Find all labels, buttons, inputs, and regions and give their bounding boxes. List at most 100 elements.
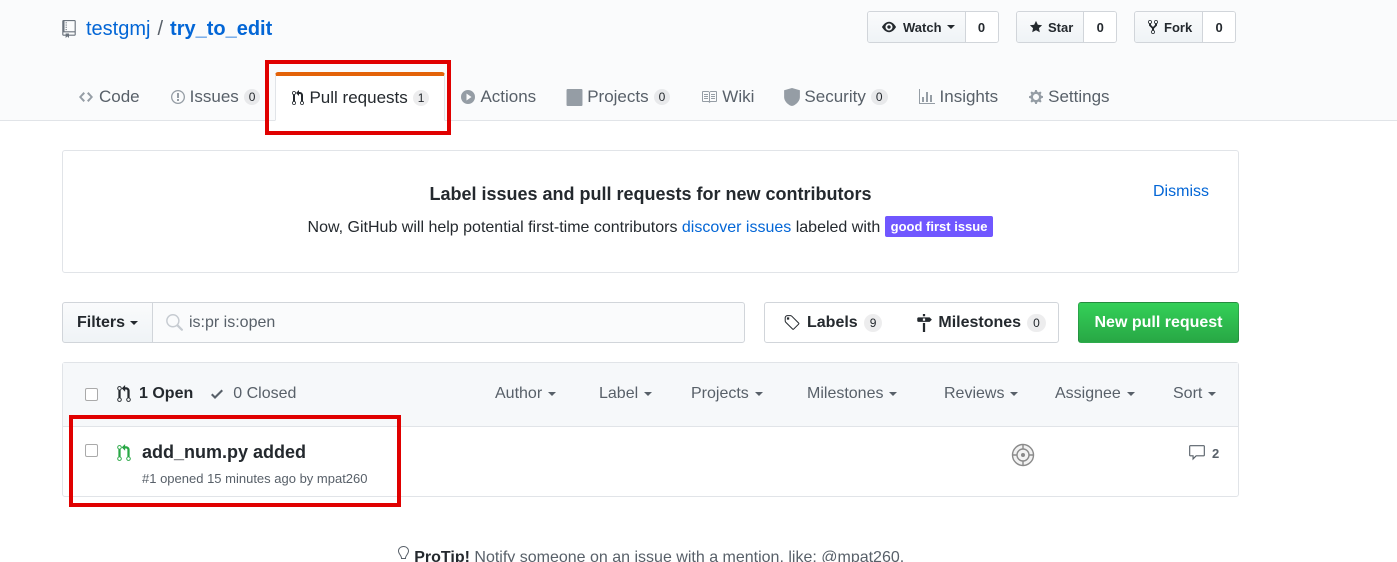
- chevron-down-icon: [946, 25, 955, 29]
- avatar[interactable]: [1011, 443, 1035, 467]
- tab-issues-label: Issues: [189, 87, 239, 106]
- watch-button[interactable]: Watch: [868, 12, 966, 42]
- milestones-filter[interactable]: Milestones: [807, 385, 898, 403]
- search-icon: [166, 314, 183, 331]
- tab-security-count: 0: [870, 89, 888, 105]
- assignee-filter[interactable]: Assignee: [1055, 385, 1135, 403]
- banner-text-after: labeled with: [791, 219, 885, 236]
- fork-button[interactable]: Fork: [1135, 12, 1204, 42]
- pull-request-list: 1 Open 0 Closed Author Label Projects Mi…: [62, 362, 1239, 497]
- pr-title-link[interactable]: add_num.py added: [142, 442, 306, 463]
- watch-count[interactable]: 0: [965, 12, 998, 42]
- tab-code[interactable]: Code: [62, 73, 155, 121]
- milestone-icon: [917, 313, 933, 332]
- star-button-group: Star 0: [1016, 11, 1118, 43]
- milestones-filter-label: Milestones: [807, 385, 884, 402]
- discover-issues-link[interactable]: discover issues: [682, 219, 791, 236]
- tab-actions-label: Actions: [480, 87, 537, 106]
- dismiss-button[interactable]: Dismiss: [1153, 183, 1209, 201]
- search-value: is:pr is:open: [189, 313, 276, 331]
- reviews-filter-label: Reviews: [944, 385, 1005, 402]
- tab-pull-requests-label: Pull requests: [309, 88, 408, 107]
- chevron-down-icon: [548, 392, 557, 396]
- chevron-down-icon: [130, 320, 138, 325]
- fork-icon: [1148, 19, 1158, 35]
- comment-icon: [1189, 445, 1205, 461]
- sort-filter[interactable]: Sort: [1173, 385, 1217, 403]
- tab-code-label: Code: [99, 87, 140, 106]
- tab-insights[interactable]: Insights: [903, 73, 1014, 121]
- tab-actions[interactable]: Actions: [445, 73, 551, 121]
- tab-projects[interactable]: Projects 0: [551, 73, 685, 121]
- check-icon: [211, 389, 224, 399]
- closed-filter[interactable]: 0 Closed: [209, 385, 296, 403]
- row-checkbox[interactable]: [85, 444, 98, 457]
- author-filter-label: Author: [495, 385, 543, 402]
- open-filter[interactable]: 1 Open: [116, 385, 193, 403]
- reviews-filter[interactable]: Reviews: [944, 385, 1019, 403]
- protip-text: Notify someone on an issue with a mentio…: [469, 549, 905, 562]
- repo-owner-link[interactable]: testgmj: [86, 18, 150, 41]
- tab-wiki[interactable]: Wiki: [685, 73, 769, 121]
- tab-pull-requests[interactable]: Pull requests 1: [275, 72, 446, 121]
- chevron-down-icon: [754, 392, 763, 396]
- tab-issues[interactable]: Issues 0: [155, 73, 276, 121]
- tab-settings[interactable]: Settings: [1013, 73, 1124, 121]
- fork-count[interactable]: 0: [1203, 12, 1236, 42]
- chevron-down-icon: [889, 392, 898, 396]
- pr-meta: #1 opened 15 minutes ago by mpat260: [142, 471, 368, 486]
- search-input[interactable]: is:pr is:open: [152, 302, 745, 343]
- project-icon: [566, 88, 583, 106]
- protip-label: ProTip!: [414, 549, 470, 562]
- filters-button[interactable]: Filters: [62, 302, 153, 343]
- list-item: add_num.py added #1 opened 15 minutes ag…: [63, 428, 1238, 497]
- labels-button[interactable]: Labels 9: [765, 303, 898, 342]
- star-icon: [1029, 20, 1043, 33]
- repo-icon: [60, 18, 78, 40]
- select-all-checkbox[interactable]: [85, 388, 98, 401]
- new-pull-request-button[interactable]: New pull request: [1078, 302, 1239, 343]
- tab-security-label: Security: [804, 87, 866, 106]
- watch-label: Watch: [903, 19, 942, 35]
- tab-wiki-label: Wiki: [722, 87, 755, 106]
- milestones-count: 0: [1027, 313, 1046, 332]
- projects-filter-label: Projects: [691, 385, 749, 402]
- sort-filter-label: Sort: [1173, 385, 1203, 402]
- repo-title: testgmj / try_to_edit: [60, 14, 272, 44]
- protip: ProTip! Notify someone on an issue with …: [0, 546, 1300, 562]
- state-filters: 1 Open 0 Closed: [116, 385, 296, 403]
- tab-projects-label: Projects: [587, 87, 649, 106]
- milestones-label: Milestones: [938, 313, 1022, 331]
- author-filter[interactable]: Author: [495, 385, 557, 403]
- tab-security[interactable]: Security 0: [769, 73, 902, 121]
- labels-milestones-group: Labels 9 Milestones 0: [764, 302, 1059, 343]
- gear-icon: [1029, 90, 1044, 104]
- eye-icon: [882, 21, 896, 33]
- chevron-down-icon: [644, 392, 653, 396]
- milestones-button[interactable]: Milestones 0: [898, 303, 1061, 342]
- tab-issues-count: 0: [243, 89, 261, 105]
- star-label: Star: [1048, 19, 1074, 35]
- open-count: 1 Open: [139, 385, 194, 402]
- projects-filter[interactable]: Projects: [691, 385, 763, 403]
- light-bulb-icon: [397, 546, 409, 559]
- chevron-down-icon: [1010, 392, 1019, 396]
- banner-text-before: Now, GitHub will help potential first-ti…: [307, 219, 682, 236]
- repo-name-link[interactable]: try_to_edit: [170, 18, 272, 41]
- filters-label: Filters: [76, 313, 125, 331]
- comments-link[interactable]: 2: [1187, 444, 1219, 462]
- new-contributors-banner: Label issues and pull requests for new c…: [62, 150, 1239, 273]
- play-icon: [461, 90, 476, 104]
- label-filter[interactable]: Label: [599, 385, 653, 403]
- labels-label: Labels: [807, 313, 858, 331]
- code-icon: [79, 92, 93, 102]
- star-count[interactable]: 0: [1084, 12, 1117, 42]
- repo-nav-tabs: Code Issues 0 Pull requests 1 Actions Pr…: [62, 72, 1125, 121]
- comments-count: 2: [1212, 445, 1220, 461]
- repo-separator: /: [157, 17, 164, 40]
- good-first-issue-label[interactable]: good first issue: [884, 216, 994, 237]
- tag-icon: [784, 314, 800, 330]
- shield-icon: [784, 88, 801, 106]
- pull-request-icon: [117, 444, 131, 461]
- star-button[interactable]: Star: [1017, 12, 1085, 42]
